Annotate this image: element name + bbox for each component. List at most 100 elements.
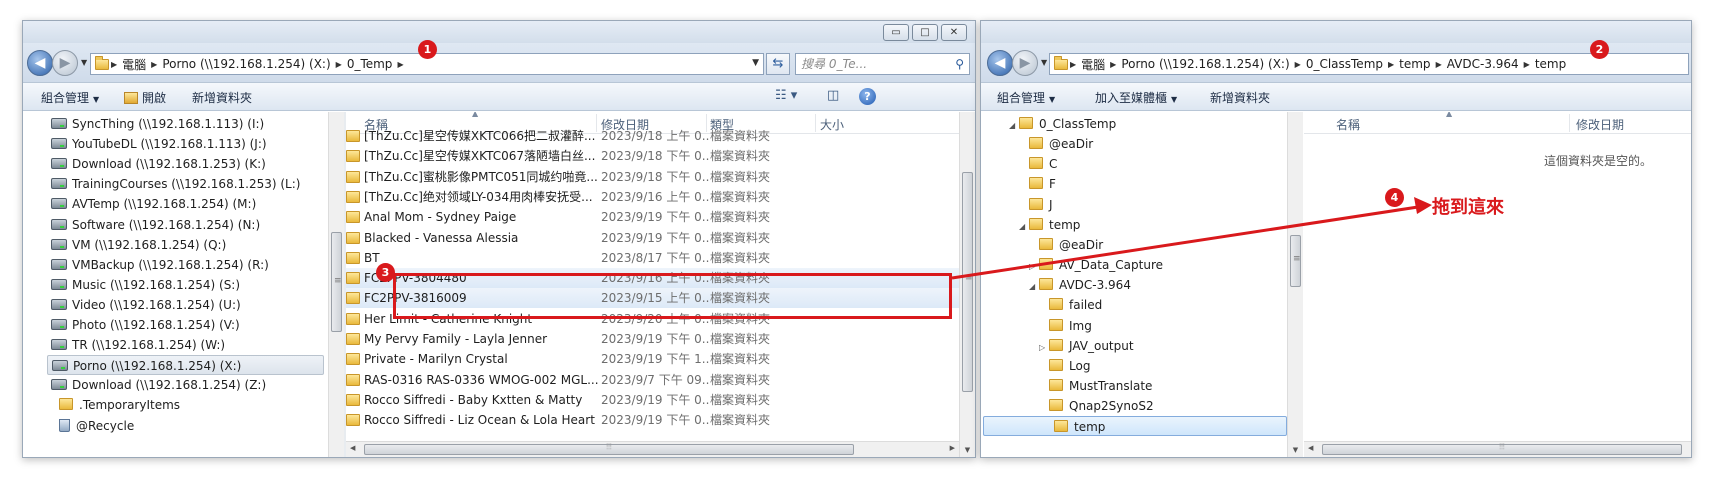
new-folder-button[interactable]: 新增資料夾 <box>192 89 252 106</box>
chevron-right-icon[interactable]: ▶ <box>151 60 157 69</box>
new-folder-button[interactable]: 新增資料夾 <box>1210 89 1270 106</box>
minimize-button[interactable]: ▭ <box>883 24 909 41</box>
collapse-arrow-icon[interactable]: ◢ <box>1009 116 1019 136</box>
scroll-left-icon[interactable]: ◀ <box>1308 444 1313 452</box>
breadcrumb-temp[interactable]: temp <box>1399 57 1430 71</box>
column-date[interactable]: 修改日期 <box>1576 116 1624 133</box>
nav-item[interactable]: TR (\\192.168.1.254) (W:) <box>47 335 324 355</box>
history-dropdown-icon[interactable]: ▼ <box>1041 58 1047 67</box>
chevron-right-icon[interactable]: ▶ <box>1436 60 1442 69</box>
refresh-button[interactable]: ⇆ <box>766 53 790 75</box>
collapse-arrow-icon[interactable]: ◢ <box>1019 217 1029 237</box>
tree-item[interactable]: Img <box>1035 316 1283 336</box>
help-icon[interactable]: ? <box>859 88 876 105</box>
tree-item[interactable]: @eaDir <box>1015 134 1283 154</box>
file-row[interactable]: Rocco Siffredi - Baby Kxtten & Matty 2023… <box>346 390 959 410</box>
tree-item[interactable]: ▷ AV_Data_Capture <box>1025 255 1283 275</box>
scrollbar-thumb[interactable]: ≡ <box>962 172 973 392</box>
nav-item[interactable]: AVTemp (\\192.168.1.254) (M:) <box>47 194 324 214</box>
nav-item[interactable]: Video (\\192.168.1.254) (U:) <box>47 295 324 315</box>
close-button[interactable]: ✕ <box>941 24 967 41</box>
nav-item[interactable]: VM (\\192.168.1.254) (Q:) <box>47 235 324 255</box>
tree-item[interactable]: ◢ AVDC-3.964 <box>1025 275 1283 295</box>
file-row[interactable]: [ThZu.Cc]蜜桃影像PMTC051同城约啪竟... 2023/9/18 下午… <box>346 167 959 187</box>
file-row[interactable]: RAS-0316 RAS-0336 WMOG-002 MGL... 2023/9/… <box>346 370 959 390</box>
nav-item[interactable]: VMBackup (\\192.168.1.254) (R:) <box>47 255 324 275</box>
nav-item[interactable]: Software (\\192.168.1.254) (N:) <box>47 215 324 235</box>
back-button[interactable]: ◀ <box>27 50 53 76</box>
tree-item[interactable]: Log <box>1035 356 1283 376</box>
nav-item[interactable]: TrainingCourses (\\192.168.1.253) (L:) <box>47 174 324 194</box>
nav-item[interactable]: Photo (\\192.168.1.254) (V:) <box>47 315 324 335</box>
right-nav-scrollbar[interactable]: ≡ ▼ <box>1287 112 1303 457</box>
chevron-right-icon[interactable]: ▶ <box>1388 60 1394 69</box>
breadcrumb-current[interactable]: temp <box>1535 57 1566 71</box>
tree-item[interactable]: MustTranslate <box>1035 376 1283 396</box>
file-row[interactable]: BT 2023/8/17 下午 0... 檔案資料夾 <box>346 248 959 268</box>
nav-item[interactable]: SyncThing (\\192.168.1.113) (I:) <box>47 114 324 134</box>
breadcrumb-computer[interactable]: 電腦 <box>122 56 146 73</box>
search-input[interactable]: 搜尋 0_Te... ⚲ <box>795 53 970 75</box>
forward-button[interactable]: ▶ <box>1012 50 1038 76</box>
nav-item[interactable]: Music (\\192.168.1.254) (S:) <box>47 275 324 295</box>
file-row[interactable]: Private - Marilyn Crystal 2023/9/19 下午 1.… <box>346 349 959 369</box>
tree-item[interactable]: ▷ JAV_output <box>1035 336 1283 356</box>
scroll-right-icon[interactable]: ▶ <box>950 444 955 452</box>
organize-button[interactable]: 組合管理 ▼ <box>41 89 99 106</box>
breadcrumb-drive[interactable]: Porno (\\192.168.1.254) (X:) <box>1121 57 1289 71</box>
left-nav-scrollbar[interactable]: ≡ <box>328 112 344 457</box>
breadcrumb-drive[interactable]: Porno (\\192.168.1.254) (X:) <box>162 57 330 71</box>
chevron-right-icon[interactable]: ▶ <box>1524 60 1530 69</box>
chevron-right-icon[interactable]: ▶ <box>1070 60 1076 69</box>
tree-item[interactable]: J <box>1015 195 1283 215</box>
view-options-icon[interactable]: ☷ ▾ <box>775 88 797 103</box>
file-row[interactable]: My Pervy Family - Layla Jenner 2023/9/19 … <box>346 329 959 349</box>
expand-arrow-icon[interactable]: ▷ <box>1039 338 1049 358</box>
open-button[interactable]: 開啟 <box>124 89 166 106</box>
file-row[interactable]: [ThZu.Cc]星空传媒XKTC066把二叔灌醉... 2023/9/18 上午… <box>346 126 959 146</box>
expand-arrow-icon[interactable]: ▷ <box>1029 257 1039 277</box>
history-dropdown-icon[interactable]: ▼ <box>81 58 87 67</box>
chevron-right-icon[interactable]: ▶ <box>336 60 342 69</box>
scroll-down-icon[interactable]: ▼ <box>960 446 975 454</box>
tree-item[interactable]: @eaDir <box>1025 235 1283 255</box>
tree-item[interactable]: failed <box>1035 295 1283 315</box>
file-row[interactable]: [ThZu.Cc]绝对领域LY-034用肉棒安抚受... 2023/9/16 上午… <box>346 187 959 207</box>
tree-item[interactable]: F <box>1015 174 1283 194</box>
breadcrumb-computer[interactable]: 電腦 <box>1081 56 1105 73</box>
breadcrumb-avdc[interactable]: AVDC-3.964 <box>1447 57 1519 71</box>
nav-item[interactable]: Download (\\192.168.1.254) (Z:) <box>47 375 324 395</box>
chevron-right-icon[interactable]: ▶ <box>1295 60 1301 69</box>
column-divider[interactable] <box>1569 114 1570 132</box>
organize-button[interactable]: 組合管理 ▼ <box>997 89 1055 106</box>
nav-item[interactable]: .TemporaryItems <box>55 395 324 415</box>
scroll-down-icon[interactable]: ▼ <box>1288 446 1303 454</box>
file-row[interactable]: Anal Mom - Sydney Paige 2023/9/19 下午 0...… <box>346 207 959 227</box>
file-row[interactable]: Rocco Siffredi - Liz Ocean & Lola Heart 2… <box>346 410 959 430</box>
add-to-library-button[interactable]: 加入至媒體櫃 ▼ <box>1095 89 1177 106</box>
left-file-scrollbar[interactable]: ≡ ▼ <box>959 112 975 457</box>
scrollbar-thumb[interactable]: ≡ <box>331 232 342 332</box>
tree-item[interactable]: C <box>1015 154 1283 174</box>
nav-item[interactable]: Porno (\\192.168.1.254) (X:) <box>47 355 324 376</box>
right-horizontal-scrollbar[interactable]: ◀ ⦙⦙⦙ <box>1304 441 1691 457</box>
scrollbar-thumb[interactable]: ⦙⦙⦙ <box>1322 442 1682 455</box>
chevron-right-icon[interactable]: ▶ <box>111 60 117 69</box>
nav-item[interactable]: Download (\\192.168.1.253) (K:) <box>47 154 324 174</box>
forward-button[interactable]: ▶ <box>52 50 78 76</box>
chevron-right-icon[interactable]: ▶ <box>397 60 403 69</box>
maximize-button[interactable]: □ <box>912 24 938 41</box>
chevron-right-icon[interactable]: ▶ <box>1110 60 1116 69</box>
breadcrumb-classtemp[interactable]: 0_ClassTemp <box>1306 57 1383 71</box>
scroll-left-icon[interactable]: ◀ <box>350 444 355 452</box>
left-horizontal-scrollbar[interactable]: ◀ ⦙⦙⦙ ▶ <box>346 441 959 457</box>
tree-item[interactable]: ◢ temp <box>1015 215 1283 235</box>
search-icon[interactable]: ⚲ <box>955 54 964 74</box>
nav-item[interactable]: YouTubeDL (\\192.168.1.113) (J:) <box>47 134 324 154</box>
tree-item[interactable]: temp <box>983 416 1287 437</box>
collapse-arrow-icon[interactable]: ◢ <box>1029 277 1039 297</box>
address-dropdown-icon[interactable]: ▼ <box>752 58 759 68</box>
tree-item[interactable]: Qnap2SynoS2 <box>1035 396 1283 416</box>
column-name[interactable]: 名稱 <box>1336 116 1360 133</box>
scrollbar-thumb[interactable]: ≡ <box>1290 235 1301 287</box>
